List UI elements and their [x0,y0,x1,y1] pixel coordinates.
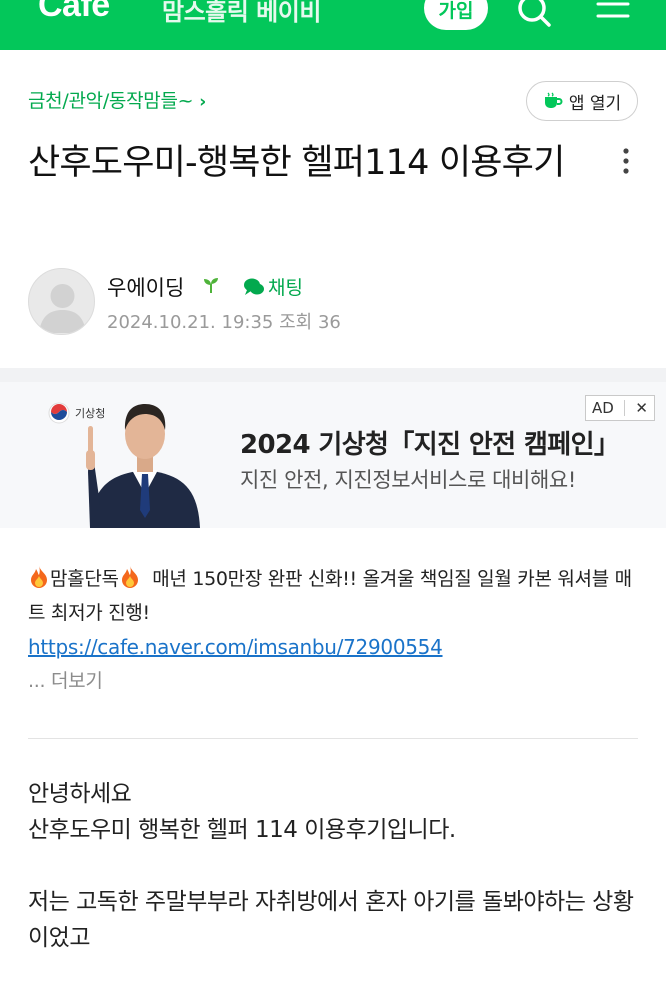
chat-bubble-icon [244,278,264,295]
content-divider [28,738,638,739]
notice-link[interactable]: https://cafe.naver.com/imsanbu/72900554 [28,630,640,664]
fire-icon [31,566,47,588]
menu-icon[interactable] [596,0,632,28]
body-paragraph: 저는 고독한 주말부부라 자취방에서 혼자 아기를 돌봐야하는 상황이었고 [28,889,634,951]
cafe-cup-icon [544,92,563,108]
chat-label: 채팅 [268,277,303,299]
cafe-notice: 맘홀단독 매년 150만장 완판 신화!! 올겨울 책임질 일월 카본 워셔블 … [28,562,640,698]
show-more-link[interactable]: ... 더보기 [28,664,640,698]
chat-button[interactable]: 채팅 [243,273,303,300]
board-name: 금천/관악/동작맘들~ [28,90,194,112]
post-date-views: 2024.10.21. 19:35 조회 36 [107,312,341,333]
author-avatar[interactable] [28,268,95,335]
post-body: 안녕하세요 산후도우미 행복한 헬퍼 114 이용후기입니다. 저는 고독한 주… [28,776,640,956]
member-level-sprout-icon [204,278,218,293]
government-emblem-icon [48,402,70,424]
post-title: 산후도우미-행복한 헬퍼114 이용후기 [28,143,565,183]
ad-title: 2024 기상청「지진 안전 캠페인」 [240,430,620,460]
ad-subtitle: 지진 안전, 지진정보서비스로 대비해요! [240,468,576,492]
ad-separator [0,368,666,382]
more-options-icon[interactable] [622,147,630,175]
board-breadcrumb[interactable]: 금천/관악/동작맘들~ › [28,86,206,113]
ad-close-icon[interactable]: ✕ [635,399,648,417]
default-profile-icon [39,284,86,333]
app-open-label: 앱 열기 [568,93,622,114]
author-name[interactable]: 우에이딩 [107,272,184,302]
app-open-button[interactable]: 앱 열기 [526,81,638,121]
notice-tag: 맘홀단독 [50,568,119,590]
cafe-logo[interactable]: Cafe [38,0,110,25]
top-header: Cafe 맘스홀릭 베이비 가입 [0,0,666,50]
search-icon[interactable] [516,0,552,28]
fire-icon [121,566,138,588]
ad-banner[interactable]: 기상청 2024 기상청「지진 안전 캠페인」 지진 안전, 지진정보서비스로 … [0,382,666,528]
ad-badge[interactable]: AD ✕ [585,395,655,421]
ad-label: AD [592,399,614,417]
body-paragraph: 안녕하세요 [28,781,132,807]
ad-spokesperson-image [86,404,200,528]
ad-badge-divider [624,400,626,416]
cafe-name[interactable]: 맘스홀릭 베이비 [162,0,321,27]
join-button[interactable]: 가입 [424,0,488,30]
body-paragraph: 산후도우미 행복한 헬퍼 114 이용후기입니다. [28,817,456,843]
chevron-right-icon: › [199,92,206,112]
